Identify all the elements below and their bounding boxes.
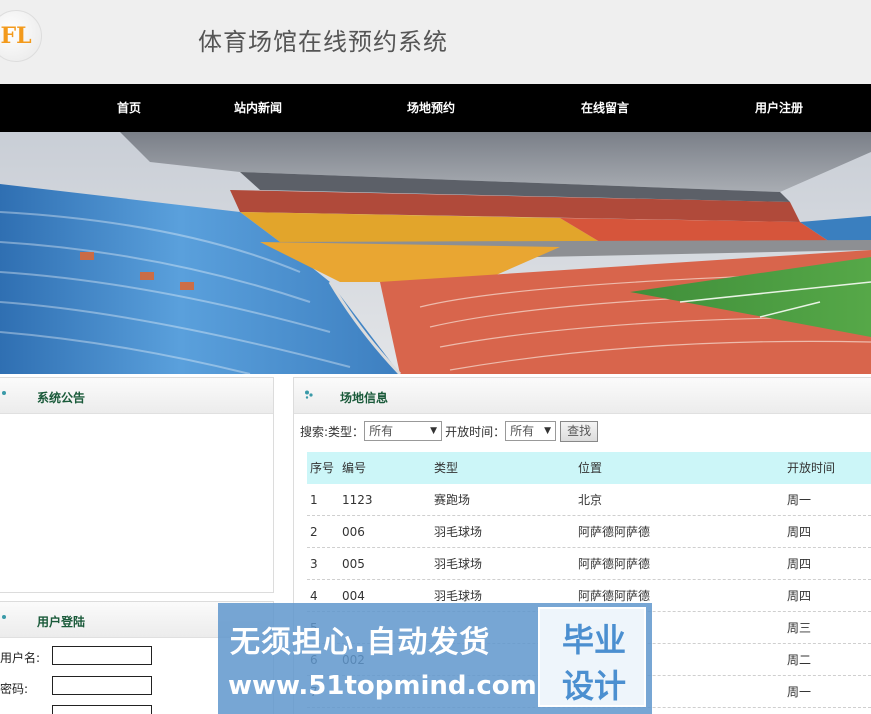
- nav-register[interactable]: 用户注册: [755, 84, 803, 132]
- bullet-icon: [2, 391, 6, 395]
- watermark-url: www.51topmind.com: [228, 671, 537, 701]
- table-row: 1 1123 赛跑场 北京 周一: [307, 484, 871, 516]
- username-label: 用户名:: [0, 651, 41, 665]
- type-filter-label: 类型：: [328, 424, 365, 439]
- table-cell: 1: [310, 493, 318, 507]
- main-nav: 首页 站内新闻 场地预约 在线留言 用户注册: [0, 84, 871, 132]
- password-input[interactable]: [52, 676, 152, 695]
- login-panel-title: 用户登陆: [37, 615, 86, 629]
- table-header-row: 序号 编号 类型 位置 开放时间: [307, 452, 871, 484]
- table-row: 3 005 羽毛球场 阿萨德阿萨德 周四: [307, 548, 871, 580]
- column-header: 序号: [310, 461, 335, 475]
- site-title: 体育场馆在线预约系统: [198, 28, 448, 56]
- watermark-slogan: 无须担心.自动发货: [230, 625, 491, 660]
- table-cell: 周一: [787, 493, 812, 507]
- table-cell: 1123: [342, 493, 373, 507]
- table-cell: 羽毛球场: [434, 525, 483, 539]
- search-label: 搜索:: [300, 424, 329, 439]
- stadium-banner: [0, 132, 871, 374]
- table-cell: 周一: [787, 685, 812, 699]
- notice-panel-header: 系统公告: [0, 378, 273, 414]
- open-time-filter-label: 开放时间：: [445, 424, 506, 439]
- table-cell: 周四: [787, 525, 812, 539]
- extra-login-input[interactable]: [52, 705, 152, 714]
- site-logo[interactable]: FL: [0, 10, 42, 62]
- search-button[interactable]: 查找: [560, 420, 599, 442]
- table-cell: 3: [310, 557, 318, 571]
- dropdown-arrow-icon: ▼: [430, 426, 438, 436]
- username-input[interactable]: [52, 646, 152, 665]
- venue-search-bar: 搜索: 类型： 所有 ▼ 开放时间： 所有 ▼ 查找: [300, 420, 599, 442]
- nav-home[interactable]: 首页: [117, 84, 141, 132]
- notice-panel: 系统公告: [0, 377, 274, 593]
- column-header: 位置: [578, 461, 603, 475]
- table-cell: 阿萨德阿萨德: [578, 525, 651, 539]
- table-cell: 周四: [787, 589, 812, 603]
- password-label: 密码:: [0, 682, 29, 696]
- table-cell: 005: [342, 557, 365, 571]
- open-time-filter-select[interactable]: 所有 ▼: [505, 421, 557, 441]
- column-header: 类型: [434, 461, 459, 475]
- table-cell: 赛跑场: [434, 493, 471, 507]
- table-cell: 北京: [578, 493, 603, 507]
- table-cell: 006: [342, 525, 365, 539]
- watermark-badge-line1: 毕业: [561, 621, 626, 659]
- notice-panel-title: 系统公告: [37, 391, 86, 405]
- bullet-icon: [2, 615, 6, 619]
- venue-panel-header: 场地信息: [294, 378, 871, 414]
- dropdown-arrow-icon: ▼: [544, 426, 552, 436]
- type-filter-select[interactable]: 所有 ▼: [364, 421, 443, 441]
- bullet-icon: [305, 390, 313, 399]
- table-cell: 周二: [787, 653, 812, 667]
- nav-venue-booking[interactable]: 场地预约: [407, 84, 455, 132]
- table-cell: 周三: [787, 621, 812, 635]
- watermark-badge: 毕业 设计: [538, 607, 646, 707]
- column-header: 开放时间: [787, 461, 836, 475]
- table-cell: 阿萨德阿萨德: [578, 557, 651, 571]
- nav-news[interactable]: 站内新闻: [234, 84, 282, 132]
- watermark-badge-line2: 设计: [561, 667, 626, 705]
- table-row: 2 006 羽毛球场 阿萨德阿萨德 周四: [307, 516, 871, 548]
- watermark-banner: 无须担心.自动发货 www.51topmind.com 毕业 设计: [218, 603, 652, 714]
- header: FL 体育场馆在线预约系统: [0, 0, 871, 84]
- table-cell: 羽毛球场: [434, 557, 483, 571]
- table-cell: 2: [310, 525, 318, 539]
- nav-message[interactable]: 在线留言: [581, 84, 629, 132]
- column-header: 编号: [342, 461, 367, 475]
- table-cell: 周四: [787, 557, 812, 571]
- venue-panel-title: 场地信息: [340, 391, 389, 405]
